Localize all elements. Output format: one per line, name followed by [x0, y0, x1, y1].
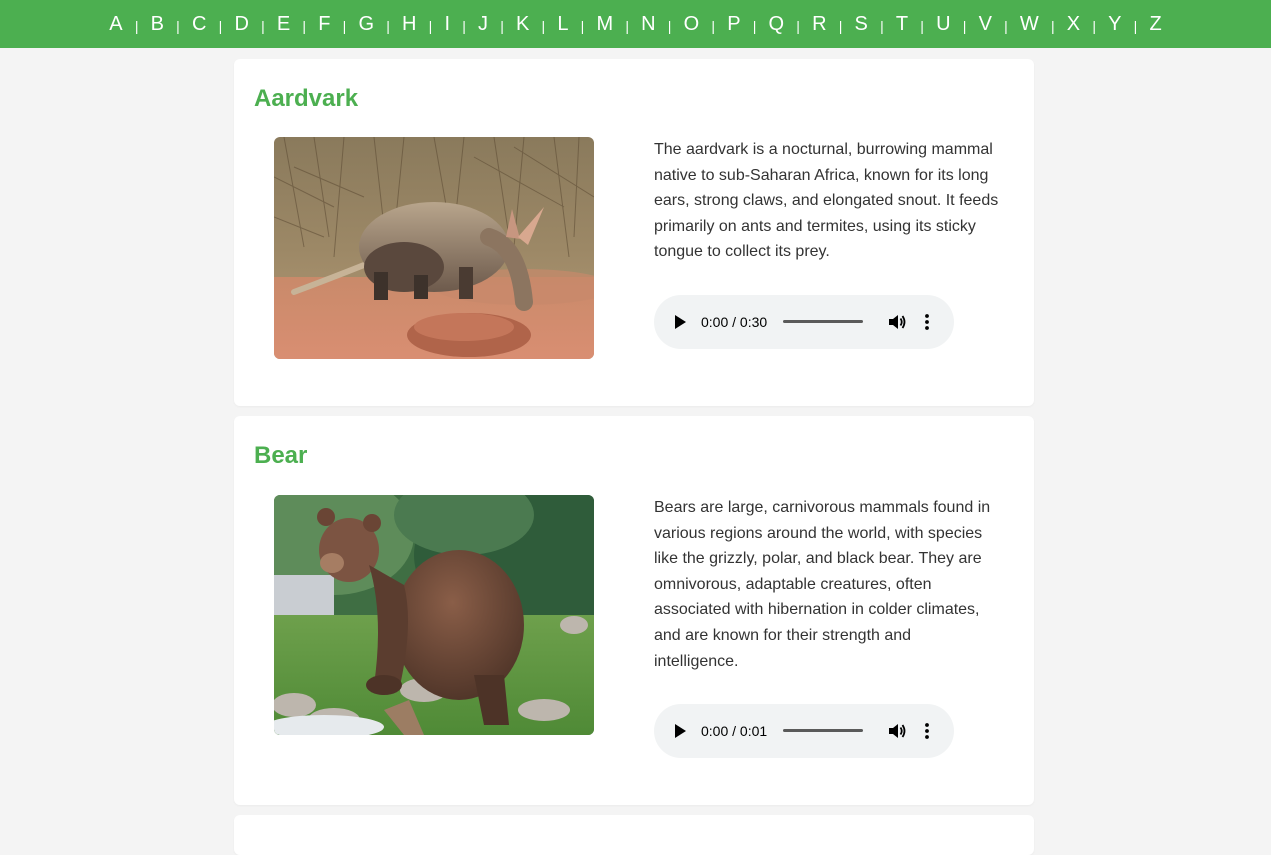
nav-separator: | [625, 18, 629, 34]
nav-letter-p[interactable]: P [727, 14, 740, 34]
alphabet-nav: A | B | C | D | E | F | G | H | I | J | K | L | M | N | O | P | Q | R | S | T |… [0, 0, 1271, 48]
more-options-icon[interactable] [924, 722, 930, 745]
audio-time: 0:00 / 0:30 [701, 314, 768, 330]
nav-letter-s[interactable]: S [855, 14, 868, 34]
nav-letter-t[interactable]: T [896, 14, 908, 34]
nav-letter-y[interactable]: Y [1108, 14, 1121, 34]
nav-separator: | [752, 18, 757, 34]
nav-letter-q[interactable]: Q [769, 14, 785, 34]
nav-letter-v[interactable]: V [979, 14, 992, 34]
nav-separator: | [261, 18, 265, 34]
play-icon[interactable] [675, 724, 686, 738]
nav-separator: | [386, 18, 390, 34]
nav-letter-b[interactable]: B [151, 14, 164, 34]
animal-card-bear: Bear Bears are large, carnivorous mammal… [234, 416, 1034, 805]
aardvark-photo [274, 137, 594, 359]
animal-description: Bears are large, carnivorous mammals fou… [654, 499, 991, 670]
animal-description: The aardvark is a nocturnal, burrowing m… [654, 141, 999, 261]
nav-letter-d[interactable]: D [234, 14, 248, 34]
nav-separator: | [1050, 18, 1055, 34]
nav-separator: | [920, 18, 924, 34]
nav-separator: | [462, 18, 466, 34]
nav-letter-o[interactable]: O [684, 14, 700, 34]
more-options-icon[interactable] [924, 313, 930, 336]
nav-letter-n[interactable]: N [641, 14, 655, 34]
nav-separator: | [667, 18, 672, 34]
animal-title: Aardvark [254, 85, 359, 112]
nav-letter-w[interactable]: W [1020, 14, 1039, 34]
nav-separator: | [134, 18, 139, 34]
nav-letter-j[interactable]: J [478, 14, 488, 34]
nav-separator: | [1133, 18, 1138, 34]
nav-letter-e[interactable]: E [277, 14, 290, 34]
nav-letter-z[interactable]: Z [1149, 14, 1161, 34]
audio-progress-track[interactable] [783, 729, 863, 732]
nav-separator: | [428, 18, 433, 34]
animal-card-next [234, 815, 1034, 855]
nav-letter-h[interactable]: H [402, 14, 416, 34]
alphabet-nav-links: A | B | C | D | E | F | G | H | I | J | K | L | M | N | O | P | Q | R | S | T |… [109, 14, 1161, 34]
nav-separator: | [796, 18, 800, 34]
play-icon[interactable] [675, 315, 686, 329]
nav-letter-l[interactable]: L [557, 14, 568, 34]
audio-progress-track[interactable] [783, 320, 863, 323]
animal-photo-aardvark [274, 137, 594, 359]
animal-title: Bear [254, 442, 308, 469]
animal-photo-bear [274, 495, 594, 735]
nav-letter-m[interactable]: M [597, 14, 614, 34]
nav-letter-u[interactable]: U [936, 14, 950, 34]
nav-letter-r[interactable]: R [812, 14, 826, 34]
bear-photo [274, 495, 594, 735]
nav-letter-a[interactable]: A [109, 14, 122, 34]
nav-separator: | [1004, 18, 1008, 34]
volume-icon[interactable] [887, 313, 907, 336]
nav-letter-k[interactable]: K [516, 14, 529, 34]
audio-player[interactable]: 0:00 / 0:30 [654, 295, 954, 349]
volume-icon[interactable] [887, 722, 907, 745]
nav-separator: | [838, 18, 843, 34]
nav-separator: | [880, 18, 884, 34]
nav-separator: | [302, 18, 307, 34]
nav-separator: | [176, 18, 180, 34]
nav-letter-x[interactable]: X [1067, 14, 1080, 34]
nav-separator: | [711, 18, 715, 34]
nav-letter-f[interactable]: F [318, 14, 330, 34]
nav-separator: | [218, 18, 223, 34]
audio-time: 0:00 / 0:01 [701, 723, 768, 739]
nav-letter-g[interactable]: G [358, 14, 374, 34]
nav-separator: | [342, 18, 347, 34]
nav-separator: | [1092, 18, 1096, 34]
nav-letter-c[interactable]: C [192, 14, 206, 34]
nav-separator: | [500, 18, 504, 34]
nav-separator: | [541, 18, 546, 34]
animal-card-aardvark: Aardvark The aardvark is a nocturnal, bu… [234, 59, 1034, 406]
nav-separator: | [962, 18, 967, 34]
nav-separator: | [580, 18, 585, 34]
audio-player[interactable]: 0:00 / 0:01 [654, 704, 954, 758]
